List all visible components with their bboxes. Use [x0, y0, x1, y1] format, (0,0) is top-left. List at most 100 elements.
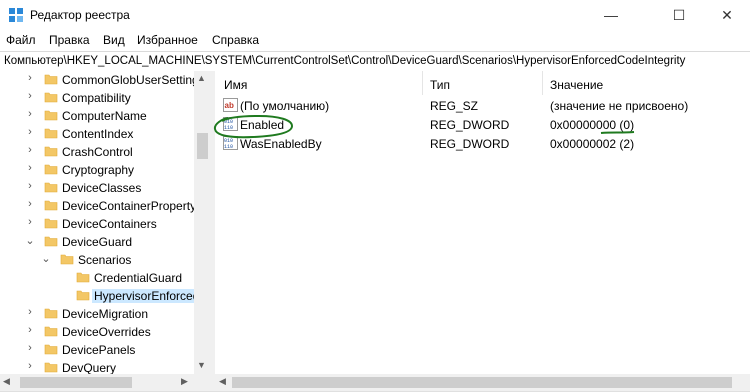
tree-item[interactable]: › DeviceContainerPropertyUpdateEvents	[0, 197, 211, 215]
menu-help[interactable]: Справка	[212, 33, 259, 47]
folder-icon	[44, 236, 58, 247]
chevron-right-icon[interactable]: ›	[25, 180, 35, 192]
tree-item-label[interactable]: Compatibility	[62, 91, 131, 105]
svg-text:110: 110	[224, 125, 233, 131]
tree-item-label[interactable]: DeviceGuard	[62, 235, 132, 249]
tree-item[interactable]: ⌄ DeviceGuard	[0, 233, 211, 251]
folder-icon	[76, 290, 90, 301]
chevron-right-icon[interactable]: ›	[25, 108, 35, 120]
folder-icon	[44, 326, 58, 337]
tree-item[interactable]: › ComputerName	[0, 107, 211, 125]
tree-item[interactable]: CredentialGuard	[0, 269, 211, 287]
address-bar[interactable]: Компьютер\HKEY_LOCAL_MACHINE\SYSTEM\Curr…	[0, 51, 750, 72]
chevron-right-icon[interactable]: ›	[25, 360, 35, 372]
value-data: 0x00000002 (2)	[550, 137, 635, 151]
column-divider[interactable]	[542, 71, 543, 95]
chevron-right-icon[interactable]: ›	[25, 162, 35, 174]
tree-item[interactable]: › CommonGlobUserSettings	[0, 71, 211, 89]
tree-horizontal-scrollbar[interactable]: ◀ ▶	[0, 374, 211, 391]
value-type: REG_DWORD	[430, 118, 510, 132]
tree-item[interactable]: › CrashControl	[0, 143, 211, 161]
tree-item[interactable]: › DeviceContainers	[0, 215, 211, 233]
menu-view[interactable]: Вид	[103, 33, 125, 47]
chevron-right-icon[interactable]: ›	[25, 126, 35, 138]
menu-favorites[interactable]: Избранное	[137, 33, 198, 47]
values-hscroll-thumb[interactable]	[232, 377, 732, 388]
folder-icon	[44, 344, 58, 355]
tree-scroll-thumb[interactable]	[197, 133, 208, 159]
tree-item-label[interactable]: DeviceOverrides	[62, 325, 151, 339]
tree-item[interactable]: › DeviceOverrides	[0, 323, 211, 341]
tree-item-label[interactable]: ComputerName	[62, 109, 147, 123]
chevron-down-icon[interactable]: ⌄	[41, 252, 51, 265]
tree-item[interactable]: › DevQuery	[0, 359, 211, 374]
tree-item-label[interactable]: DeviceMigration	[62, 307, 148, 321]
folder-icon	[44, 362, 58, 373]
tree-item-label[interactable]: DeviceClasses	[62, 181, 141, 195]
close-button[interactable]: ✕	[704, 0, 750, 30]
value-data: 0x00000000 (0)	[550, 118, 635, 132]
column-type-header[interactable]: Тип	[430, 78, 450, 92]
tree-item-label[interactable]: ContentIndex	[62, 127, 133, 141]
address-path[interactable]: Компьютер\HKEY_LOCAL_MACHINE\SYSTEM\Curr…	[4, 55, 685, 67]
tree-item-label[interactable]: DeviceContainers	[62, 217, 157, 231]
value-type: REG_SZ	[430, 99, 479, 113]
key-tree: › CommonGlobUserSettings › Compatibility › Co…	[0, 71, 211, 374]
chevron-right-icon[interactable]: ›	[25, 216, 35, 228]
tree-item-label[interactable]: Scenarios	[78, 253, 131, 267]
scroll-up-arrow-icon[interactable]: ▲	[197, 73, 206, 83]
tree-item-label[interactable]: DevQuery	[62, 361, 116, 374]
chevron-right-icon[interactable]: ›	[25, 72, 35, 84]
tree-item-label[interactable]: Cryptography	[62, 163, 134, 177]
tree-item[interactable]: HypervisorEnforcedCodeIntegrity	[0, 287, 211, 305]
tree-vertical-scrollbar[interactable]: ▲ ▼	[194, 71, 211, 374]
column-divider[interactable]	[422, 71, 423, 95]
scroll-down-arrow-icon[interactable]: ▼	[197, 360, 206, 370]
tree-item-label[interactable]: CredentialGuard	[94, 271, 182, 285]
chevron-right-icon[interactable]: ›	[25, 306, 35, 318]
value-row[interactable]: 010 110 WasEnabledBy REG_DWORD 0x00000002 (2…	[215, 134, 750, 153]
values-horizontal-scrollbar[interactable]: ◀	[215, 374, 750, 391]
folder-icon	[44, 200, 58, 211]
tree-item-label[interactable]: DeviceContainerPropertyUpdateEvents	[62, 199, 211, 213]
svg-text:ab: ab	[225, 101, 234, 110]
column-data-header[interactable]: Значение	[550, 78, 603, 92]
tree-item[interactable]: › Compatibility	[0, 89, 211, 107]
folder-icon	[44, 218, 58, 229]
tree-item-label[interactable]: CrashControl	[62, 145, 133, 159]
tree-item[interactable]: › DevicePanels	[0, 341, 211, 359]
folder-icon	[44, 182, 58, 193]
folder-icon	[44, 146, 58, 157]
tree-item[interactable]: › Cryptography	[0, 161, 211, 179]
tree-item[interactable]: › DeviceClasses	[0, 179, 211, 197]
scroll-left-arrow-icon[interactable]: ◀	[3, 376, 10, 387]
folder-icon	[44, 164, 58, 175]
chevron-right-icon[interactable]: ›	[25, 342, 35, 354]
value-data: (значение не присвоено)	[550, 99, 689, 113]
chevron-down-icon[interactable]: ⌄	[25, 234, 35, 247]
value-row[interactable]: 010 110 Enabled REG_DWORD 0x00000000 (0)	[215, 115, 750, 134]
chevron-right-icon[interactable]: ›	[25, 198, 35, 210]
column-name-header[interactable]: Имя	[224, 78, 247, 92]
tree-hscroll-thumb[interactable]	[20, 377, 132, 388]
chevron-right-icon[interactable]: ›	[25, 324, 35, 336]
value-name: Enabled	[240, 118, 285, 132]
scroll-right-arrow-icon[interactable]: ▶	[181, 376, 188, 387]
menu-file[interactable]: Файл	[6, 33, 36, 47]
column-header-row: Имя Тип Значение	[215, 71, 750, 95]
chevron-right-icon[interactable]: ›	[25, 90, 35, 102]
tree-item[interactable]: › DeviceMigration	[0, 305, 211, 323]
folder-icon	[60, 254, 74, 265]
tree-item-label[interactable]: DevicePanels	[62, 343, 135, 357]
value-type: REG_DWORD	[430, 137, 510, 151]
dword-value-icon: 010110	[223, 136, 238, 150]
tree-item[interactable]: ⌄ Scenarios	[0, 251, 211, 269]
tree-item-label[interactable]: CommonGlobUserSettings	[62, 73, 205, 87]
scroll-left-arrow-icon[interactable]: ◀	[219, 376, 226, 387]
minimize-button[interactable]: —	[588, 0, 634, 30]
menu-edit[interactable]: Правка	[49, 33, 90, 47]
tree-item[interactable]: › ContentIndex	[0, 125, 211, 143]
chevron-right-icon[interactable]: ›	[25, 144, 35, 156]
maximize-button[interactable]: ☐	[656, 0, 702, 30]
value-row[interactable]: ab (По умолчанию) REG_SZ (значение не присв…	[215, 96, 750, 115]
